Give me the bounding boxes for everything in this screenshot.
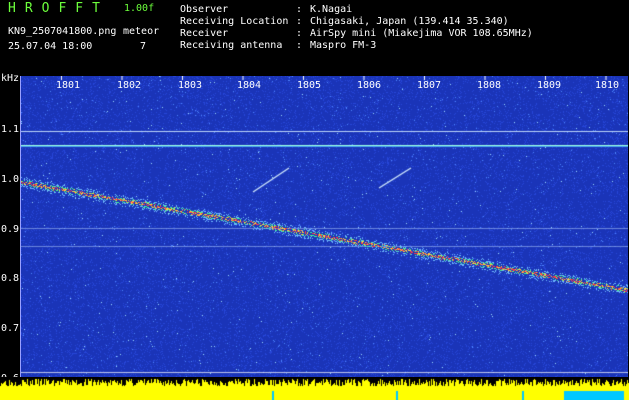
- antenna-value: Maspro FM-3: [310, 40, 377, 51]
- file-name: KN9_2507041800.png: [8, 26, 117, 37]
- location-label: Receiving Location: [180, 16, 289, 27]
- colon: :: [296, 40, 303, 51]
- x-tick-label: 1810: [595, 80, 620, 91]
- receiver-label: Receiver: [180, 28, 229, 39]
- x-tick-label: 1807: [417, 80, 442, 91]
- capture-datetime: 25.07.04 18:00: [8, 41, 93, 52]
- header-panel: HROFFT 1.00f KN9_2507041800.png meteor 2…: [0, 0, 629, 72]
- antenna-label: Receiving antenna: [180, 40, 283, 51]
- observer-label: Observer: [180, 4, 229, 15]
- observer-value: K.Nagai: [310, 4, 353, 15]
- spectrogram-canvas: [21, 76, 628, 378]
- x-tick-label: 1803: [178, 80, 203, 91]
- y-tick-label: 0.8: [1, 273, 20, 284]
- y-axis-unit: kHz: [1, 73, 20, 84]
- spectrogram-plot[interactable]: [20, 76, 628, 378]
- colon: :: [296, 28, 303, 39]
- x-tick-label: 1805: [297, 80, 322, 91]
- y-tick-label: 1.1: [1, 124, 20, 135]
- x-tick-label: 1802: [117, 80, 142, 91]
- meteor-count: 7: [140, 41, 147, 52]
- x-tick-label: 1801: [56, 80, 81, 91]
- receiver-value: AirSpy mini (Miakejima VOR 108.65MHz): [310, 28, 533, 39]
- colon: :: [296, 16, 303, 27]
- app-version: 1.00f: [124, 3, 155, 14]
- app-brand: HROFFT: [8, 1, 109, 16]
- mode-label: meteor: [123, 26, 160, 37]
- y-tick-label: 0.9: [1, 224, 20, 235]
- location-value: Chigasaki, Japan (139.414 35.340): [310, 16, 509, 27]
- x-tick-label: 1808: [477, 80, 502, 91]
- x-tick-label: 1804: [237, 80, 262, 91]
- colon: :: [296, 4, 303, 15]
- y-tick-label: 0.7: [1, 323, 20, 334]
- x-tick-label: 1806: [357, 80, 382, 91]
- signal-level-bar: [0, 377, 629, 400]
- x-tick-label: 1809: [537, 80, 562, 91]
- y-tick-label: 1.0: [1, 174, 20, 185]
